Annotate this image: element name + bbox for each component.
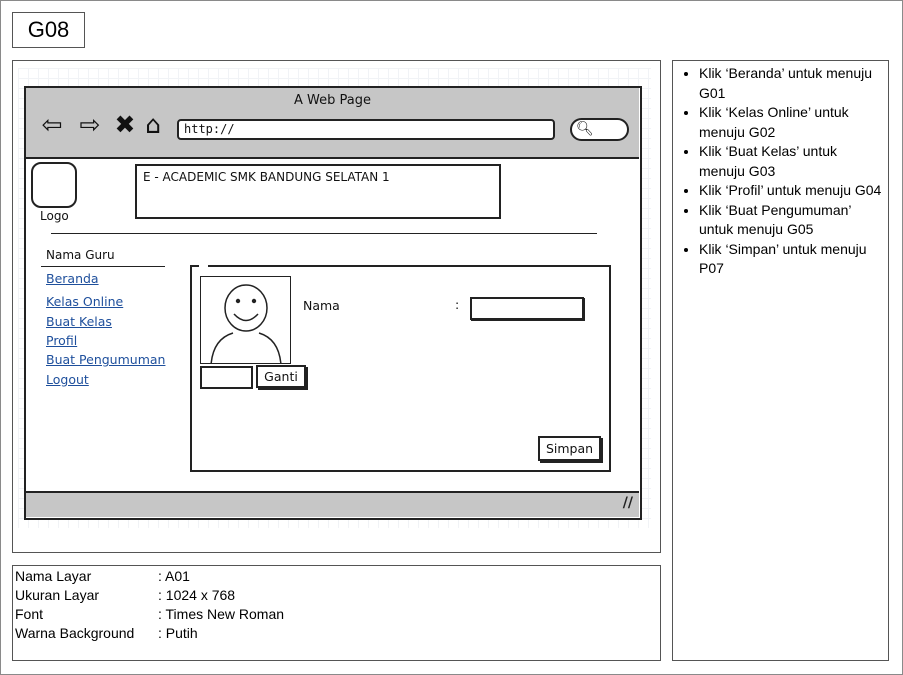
teacher-name-heading: Nama Guru xyxy=(46,248,115,262)
sidebar-link-logout[interactable]: Logout xyxy=(46,372,89,387)
info-label: Font xyxy=(15,606,44,622)
browser-titlebar: A Web Page ⇦ ⇨ ✖ ⌂ http:// 🔍︎ xyxy=(26,88,639,159)
browser-title: A Web Page xyxy=(294,93,371,108)
info-value: : Putih xyxy=(158,625,198,641)
home-icon[interactable]: ⌂ xyxy=(138,110,168,140)
note-item: Klik ‘Buat Pengumuman’ untuk menuju G05 xyxy=(699,201,882,240)
info-value: : Times New Roman xyxy=(158,606,285,622)
nama-colon: : xyxy=(455,297,460,312)
sidebar-link-beranda[interactable]: Beranda xyxy=(46,271,99,286)
header-banner: E - ACADEMIC SMK BANDUNG SELATAN 1 xyxy=(135,164,501,219)
info-label: Nama Layar xyxy=(15,568,92,584)
sidebar-link-buat-pengumuman[interactable]: Buat Pengumuman xyxy=(46,352,165,367)
logo-label: Logo xyxy=(40,209,69,223)
search-icon: 🔍︎ xyxy=(576,121,594,137)
info-label: Warna Background xyxy=(15,625,135,641)
content-box-notch xyxy=(199,262,208,268)
forward-arrow-icon[interactable]: ⇨ xyxy=(75,110,105,140)
navigation-notes-list: Klik ‘Beranda’ untuk menuju G01 Klik ‘Ke… xyxy=(677,64,882,279)
sidebar-link-kelas-online[interactable]: Kelas Online xyxy=(46,294,123,309)
url-bar[interactable]: http:// xyxy=(177,119,555,140)
note-item: Klik ‘Kelas Online’ untuk menuju G02 xyxy=(699,103,882,142)
note-item: Klik ‘Buat Kelas’ untuk menuju G03 xyxy=(699,142,882,181)
note-item: Klik ‘Profil’ untuk menuju G04 xyxy=(699,181,882,201)
sidebar-divider xyxy=(41,266,165,267)
info-label: Ukuran Layar xyxy=(15,587,100,603)
nama-input[interactable] xyxy=(470,297,584,320)
logo-placeholder xyxy=(31,162,77,208)
sidebar-link-buat-kelas[interactable]: Buat Kelas xyxy=(46,314,112,329)
ganti-button[interactable]: Ganti xyxy=(256,365,306,388)
search-box[interactable]: 🔍︎ xyxy=(570,118,629,141)
screen-info-panel xyxy=(12,565,661,661)
profile-photo xyxy=(200,276,291,364)
back-arrow-icon[interactable]: ⇦ xyxy=(37,110,67,140)
info-value: : A01 xyxy=(158,568,190,584)
note-item: Klik ‘Beranda’ untuk menuju G01 xyxy=(699,64,882,103)
header-divider xyxy=(51,233,597,234)
screen-code: G08 xyxy=(12,12,85,48)
sidebar-link-profil[interactable]: Profil xyxy=(46,333,77,348)
navigation-notes-panel: Klik ‘Beranda’ untuk menuju G01 Klik ‘Ke… xyxy=(672,60,889,661)
avatar-sketch-icon xyxy=(210,284,282,363)
nama-label: Nama xyxy=(303,298,340,313)
simpan-button[interactable]: Simpan xyxy=(538,436,601,461)
photo-file-field[interactable] xyxy=(200,366,253,389)
resize-grip-icon[interactable]: // xyxy=(623,495,633,511)
close-x-icon[interactable]: ✖ xyxy=(110,110,140,140)
note-item: Klik ‘Simpan’ untuk menuju P07 xyxy=(699,240,882,279)
browser-statusbar: // xyxy=(26,491,639,517)
info-value: : 1024 x 768 xyxy=(158,587,236,603)
